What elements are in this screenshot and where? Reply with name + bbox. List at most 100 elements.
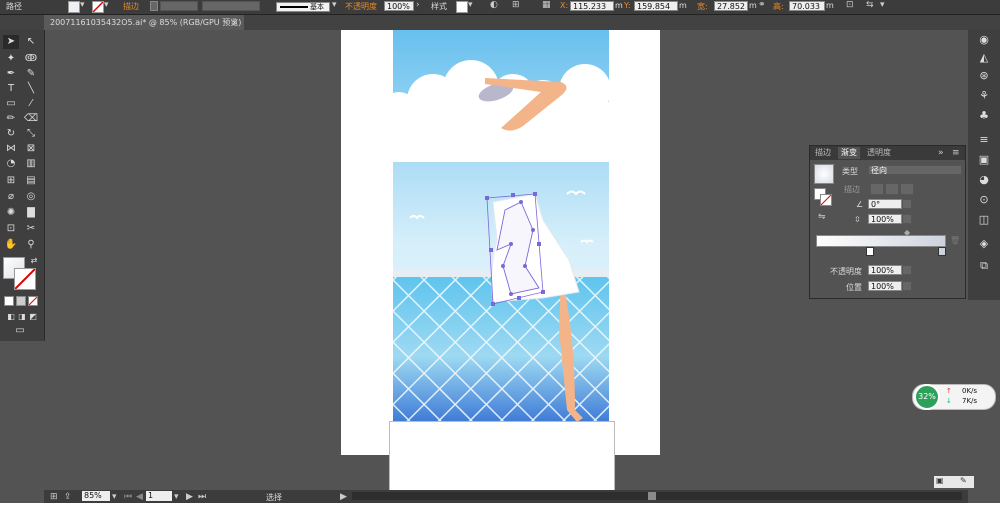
artboard-nav-icon[interactable]: ⊞ [50,492,58,502]
stop-position-field[interactable]: 100% [868,281,902,291]
stop-position-dropdown[interactable] [902,281,912,291]
opacity-field[interactable]: 100% [384,1,414,11]
stroke-stepper[interactable] [150,1,158,11]
stroke-color-icon[interactable] [14,268,36,290]
reverse-gradient-icon[interactable]: ⇋ [818,212,826,222]
recolor-icon[interactable]: ◐ [490,0,498,10]
wrench-icon[interactable]: ✎ [960,476,967,485]
line-tool-icon[interactable]: ╲ [23,82,39,96]
stroke-weight-field[interactable] [160,1,198,11]
layers-icon[interactable]: ◈ [974,236,994,252]
color-guide-icon[interactable]: ◭ [974,50,994,66]
gradient-stop-left[interactable] [866,247,874,256]
color-mode-icon[interactable] [4,296,14,306]
fill-swatch[interactable] [68,1,80,13]
screen-mode-icon[interactable]: ▭ [12,324,28,338]
status-arrow-icon[interactable]: ▶ [340,492,347,502]
artboard-tool-icon[interactable]: ⊡ [3,222,19,236]
tray-screen-icon[interactable]: ▣ [936,476,944,485]
curvature-tool-icon[interactable]: ✎ [23,67,39,81]
rectangle-tool-icon[interactable]: ▭ [3,97,19,111]
last-artboard-icon[interactable]: ⏭ [198,492,206,502]
stroke-along-icon[interactable] [885,183,899,195]
stroke-swatch-small[interactable] [820,194,832,206]
aspect-ratio-dropdown[interactable] [902,214,912,224]
gradient-slider[interactable] [816,235,946,247]
hand-tool-icon[interactable]: ✋ [3,238,19,252]
swap-colors-icon[interactable]: ⇄ [26,254,42,268]
x-label[interactable]: X: [560,1,568,10]
direct-selection-tool-icon[interactable]: ↖ [23,35,39,49]
document-tab[interactable]: 20071161035432O5.ai* @ 85% (RGB/GPU 预览) … [44,15,244,30]
x-field[interactable]: 115.233 [570,1,614,11]
y-field[interactable]: 159.854 [634,1,678,11]
width-field[interactable]: 27.852 [714,1,748,11]
variable-width-field[interactable] [202,1,260,11]
graphic-styles-icon[interactable]: ◫ [974,212,994,228]
type-select[interactable]: 径向 [868,165,962,175]
chevron-down-icon[interactable]: ▾ [80,0,85,10]
panel-menu-icon[interactable]: ≡ [952,148,960,158]
appearance-icon[interactable]: ⊙ [974,192,994,208]
perspective-grid-icon[interactable]: ▥ [23,157,39,171]
none-mode-icon[interactable] [28,296,38,306]
zoom-tool-icon[interactable]: ⚲ [23,238,39,252]
chevron-down-icon[interactable]: ▾ [332,0,337,10]
shape-builder-icon[interactable]: ◔ [3,157,19,171]
color-icon[interactable]: ◉ [974,32,994,48]
paintbrush-icon[interactable]: ⁄ [23,97,39,111]
blend-tool-icon[interactable]: ◎ [23,190,39,204]
opacity-label[interactable]: 不透明度 [345,1,377,12]
eyedropper-icon[interactable]: ⌀ [3,190,19,204]
stroke-label[interactable]: 描边 [123,1,139,12]
gradient-panel-icon[interactable]: ▣ [974,152,994,168]
gradient-mode-icon[interactable] [16,296,26,306]
scale-tool-icon[interactable]: ⤡ [23,127,39,141]
height-label[interactable]: 高: [773,1,784,12]
tab-gradient[interactable]: 渐变 [838,147,860,159]
transparency-icon[interactable]: ◕ [974,172,994,188]
slice-tool-icon[interactable]: ✂ [23,222,39,236]
angle-dropdown[interactable] [902,199,912,209]
shape-icon[interactable]: ⊡ [846,0,854,10]
height-field[interactable]: 70.033 [789,1,825,11]
collapse-icon[interactable]: » [938,148,944,158]
tab-transparency[interactable]: 透明度 [864,147,894,159]
free-transform-icon[interactable]: ⊠ [23,142,39,156]
brushes-icon[interactable]: ⚘ [974,88,994,104]
gradient-tool-icon[interactable]: ▤ [23,174,39,188]
close-icon[interactable]: × [231,15,238,30]
link-icon[interactable]: ⚭ [758,0,766,10]
symbols-icon[interactable]: ♣ [974,108,994,124]
chevron-right-icon[interactable]: › [416,0,420,10]
chevron-down-icon[interactable]: ▾ [174,492,179,502]
stroke-within-icon[interactable] [870,183,884,195]
stroke-style-picker[interactable]: 基本 [276,2,330,12]
chevron-down-icon[interactable]: ▾ [468,0,473,10]
graph-tool-icon[interactable]: ▇ [23,206,39,220]
share-icon[interactable]: ⇪ [64,492,72,502]
stroke-panel-icon[interactable]: ≡ [974,132,994,148]
page-field[interactable]: 1 [146,491,172,501]
stroke-swatch[interactable] [92,1,104,13]
rotate-tool-icon[interactable]: ↻ [3,127,19,141]
chevron-down-icon[interactable]: ▾ [112,492,117,502]
lasso-icon[interactable]: ↂ [23,52,39,66]
first-artboard-icon[interactable]: ⏮ [124,492,132,502]
flip-icon[interactable]: ⇆ [866,0,874,10]
stop-opacity-dropdown[interactable] [902,265,912,275]
swatches-icon[interactable]: ⊛ [974,68,994,84]
stop-opacity-field[interactable]: 100% [868,265,902,275]
next-artboard-icon[interactable]: ▶ [186,492,193,502]
aspect-ratio-field[interactable]: 100% [868,214,902,224]
prev-artboard-icon[interactable]: ◀ [136,492,143,502]
eraser-icon[interactable]: ⌫ [23,112,39,126]
net-speed-widget[interactable]: 32% ↑ 0K/s ↓ 7K/s [912,384,996,410]
zoom-field[interactable]: 85% [82,491,110,501]
y-label[interactable]: Y: [624,1,631,10]
gradient-stop-right[interactable] [938,247,946,256]
stroke-across-icon[interactable] [900,183,914,195]
chevron-down-icon[interactable]: ▾ [104,0,109,10]
pencil-tool-icon[interactable]: ✏ [3,112,19,126]
type-tool-icon[interactable]: T [3,82,19,96]
